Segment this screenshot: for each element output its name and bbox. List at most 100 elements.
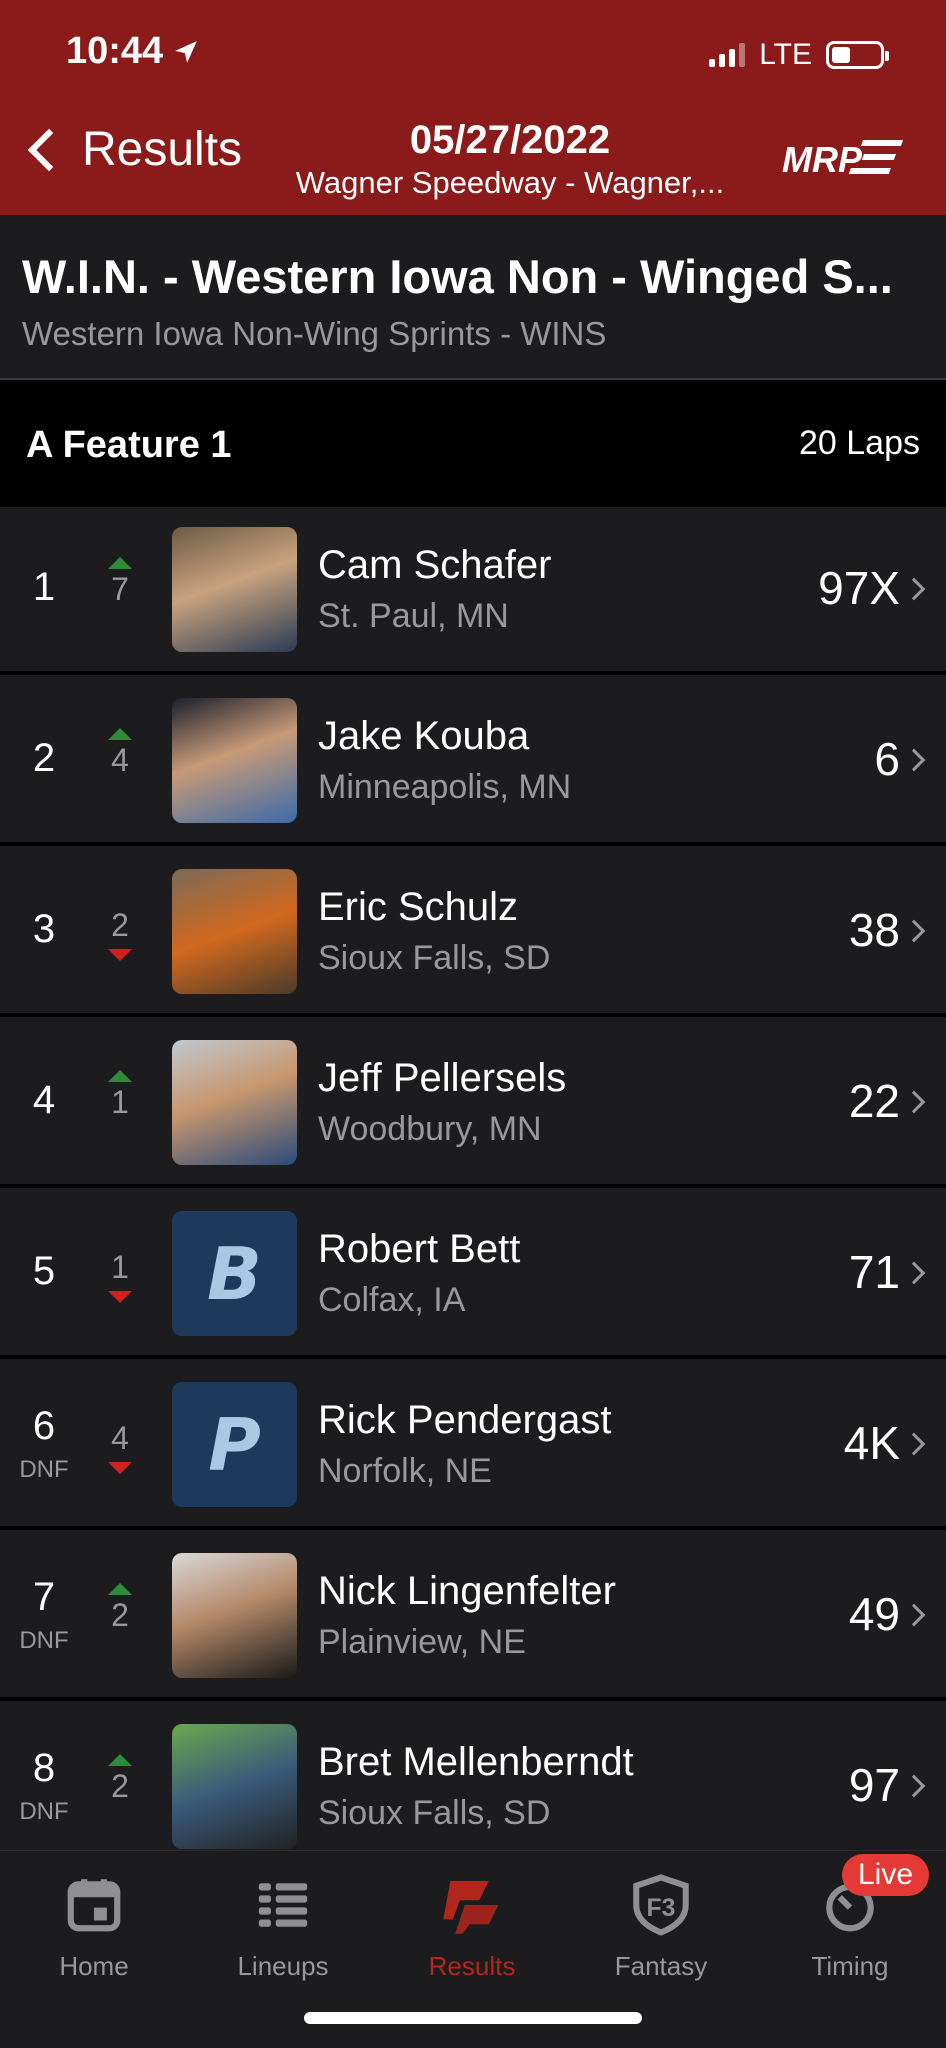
finish-position: 4 <box>32 1078 56 1122</box>
finish-position: 8 <box>32 1746 56 1790</box>
series-subtitle: Western Iowa Non-Wing Sprints - WINS <box>22 315 607 352</box>
result-row[interactable]: 4 1 Jeff Pellersels Woodbury, MN 22 <box>0 1020 946 1188</box>
back-button[interactable]: Results <box>20 122 242 177</box>
chevron-right-icon <box>902 1603 926 1627</box>
status-indicators: LTE <box>709 38 889 72</box>
finish-position: 5 <box>32 1249 56 1293</box>
driver-location: Minneapolis, MN <box>318 768 572 806</box>
position-change: 7 <box>111 571 129 607</box>
driver-name: Bret Mellenberndt <box>318 1740 634 1784</box>
tab-fantasy[interactable]: F3 Fantasy <box>591 1865 731 1982</box>
driver-placeholder-avatar: B <box>172 1211 297 1336</box>
car-number: 97 <box>848 1759 900 1811</box>
live-badge[interactable]: Live <box>842 1854 930 1896</box>
car-number: 49 <box>848 1588 900 1640</box>
chevron-right-icon <box>902 748 926 772</box>
driver-location: St. Paul, MN <box>318 597 509 635</box>
result-row[interactable]: 7 DNF 2 Nick Lingenfelter Plainview, NE 49 <box>0 1533 946 1701</box>
driver-name: Jeff Pellersels <box>318 1056 567 1100</box>
chevron-right-icon <box>902 577 926 601</box>
result-row[interactable]: 2 4 Jake Kouba Minneapolis, MN 6 <box>0 678 946 846</box>
results-flag-icon <box>443 1881 499 1934</box>
event-laps: 20 Laps <box>799 424 920 462</box>
driver-photo <box>172 1724 297 1849</box>
tab-home[interactable]: Home <box>24 1865 164 1982</box>
driver-name: Nick Lingenfelter <box>318 1569 616 1613</box>
back-label: Results <box>82 123 243 176</box>
tab-results[interactable]: Results <box>402 1865 542 1982</box>
car-number: 38 <box>848 904 900 956</box>
signal-icon <box>709 43 746 67</box>
series-header: W.I.N. - Western Iowa Non - Winged S... … <box>0 215 946 380</box>
chevron-right-icon <box>902 1090 926 1114</box>
position-up-icon <box>108 1754 132 1766</box>
position-change: 2 <box>111 1768 129 1804</box>
chevron-left-icon <box>27 128 71 171</box>
position-change: 4 <box>111 1420 129 1456</box>
position-up-icon <box>108 557 132 569</box>
tab-lineups[interactable]: Lineups <box>213 1865 353 1982</box>
driver-location: Sioux Falls, SD <box>318 1794 551 1832</box>
driver-photo <box>172 1040 297 1165</box>
event-date: 05/27/2022 <box>409 118 611 162</box>
position-change: 4 <box>111 742 129 778</box>
driver-name: Rick Pendergast <box>318 1398 612 1442</box>
svg-text:F3: F3 <box>647 1895 676 1922</box>
position-down-icon <box>108 949 132 961</box>
result-row[interactable]: 3 2 Eric Schulz Sioux Falls, SD 38 <box>0 849 946 1017</box>
driver-photo <box>172 698 297 823</box>
fantasy-shield-icon: F3 <box>633 1874 689 1936</box>
driver-name: Robert Bett <box>318 1227 521 1271</box>
driver-name: Eric Schulz <box>318 885 519 929</box>
location-arrow-icon <box>175 40 198 63</box>
finish-position: 6 <box>32 1404 56 1448</box>
home-indicator[interactable] <box>304 2012 642 2024</box>
driver-location: Norfolk, NE <box>318 1452 492 1490</box>
driver-photo <box>172 869 297 994</box>
list-icon <box>258 1883 308 1927</box>
driver-initial: B <box>207 1231 262 1316</box>
position-up-icon <box>108 728 132 740</box>
event-header: A Feature 1 20 Laps <box>0 380 946 507</box>
driver-placeholder-avatar: P <box>172 1382 297 1507</box>
chevron-right-icon <box>902 1774 926 1798</box>
position-change: 1 <box>111 1084 129 1120</box>
result-row[interactable]: 5 1 B Robert Bett Colfax, IA 71 <box>0 1191 946 1359</box>
status-time: 10:44 <box>66 30 199 73</box>
tab-lineups-label: Lineups <box>237 1951 329 1981</box>
position-change: 2 <box>111 1597 129 1633</box>
finish-position: 2 <box>32 736 56 780</box>
event-venue: Wagner Speedway - Wagner,... <box>295 165 725 200</box>
results-list: 1 7 Cam Schafer St. Paul, MN 97X 2 4 Jake Kouba… <box>0 507 946 1850</box>
finish-position: 1 <box>32 565 56 609</box>
app-header: 10:44 LTE Results 05/27/2022 Wagner Spee… <box>0 0 946 215</box>
car-number: 4K <box>843 1417 900 1469</box>
event-name: A Feature 1 <box>26 424 232 466</box>
car-number: 71 <box>848 1246 900 1298</box>
car-number: 97X <box>818 562 900 614</box>
nav-title: 05/27/2022 Wagner Speedway - Wagner,... <box>270 118 750 201</box>
series-title: W.I.N. - Western Iowa Non - Winged S... <box>22 250 893 303</box>
position-change: 1 <box>111 1249 129 1285</box>
battery-icon <box>826 41 889 69</box>
tab-timing-label: Timing <box>811 1951 889 1981</box>
status-time-text: 10:44 <box>66 30 164 72</box>
car-number: 22 <box>848 1075 900 1127</box>
calendar-icon <box>67 1879 121 1932</box>
position-up-icon <box>108 1583 132 1595</box>
result-row[interactable]: 6 DNF 4 P Rick Pendergast Norfolk, NE 4K <box>0 1362 946 1530</box>
mrp-logo[interactable]: MRP <box>780 132 910 182</box>
result-row[interactable]: 1 7 Cam Schafer St. Paul, MN 97X <box>0 507 946 675</box>
result-row[interactable]: 8 DNF 2 Bret Mellenberndt Sioux Falls, SD 97 <box>0 1704 946 1850</box>
tab-results-label: Results <box>428 1951 516 1981</box>
car-number: 6 <box>874 733 900 785</box>
driver-location: Woodbury, MN <box>318 1110 542 1148</box>
driver-location: Plainview, NE <box>318 1623 526 1661</box>
tab-fantasy-label: Fantasy <box>614 1951 708 1981</box>
chevron-right-icon <box>902 1261 926 1285</box>
dnf-label: DNF <box>19 1456 69 1483</box>
dnf-label: DNF <box>19 1798 69 1825</box>
finish-position: 7 <box>32 1575 56 1619</box>
chevron-right-icon <box>902 919 926 943</box>
tab-home-label: Home <box>59 1951 129 1981</box>
